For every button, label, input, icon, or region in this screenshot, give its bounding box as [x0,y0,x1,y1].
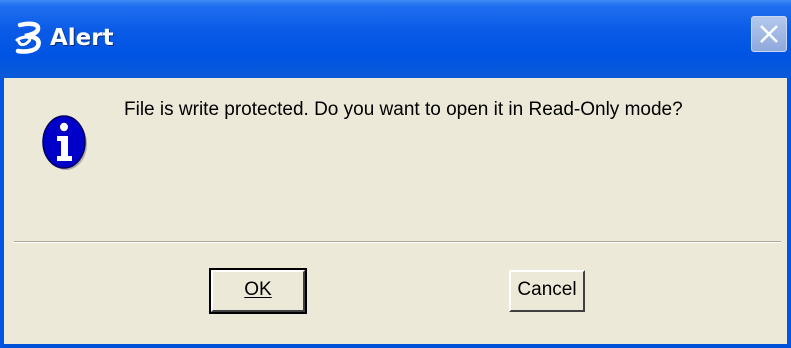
window-title: Alert [50,25,114,51]
ok-button[interactable]: OK [209,268,307,314]
close-icon [760,25,778,43]
cancel-button[interactable]: Cancel [509,270,585,312]
cancel-button-label: Cancel [517,279,577,300]
ok-button-label: OK [244,279,272,300]
information-icon [42,115,87,170]
close-button[interactable] [751,16,787,52]
title-bar[interactable]: Alert [0,0,791,78]
alert-message: File is write protected. Do you want to … [124,99,683,120]
alert-dialog: Alert File is write protected. Do you wa… [0,0,791,348]
separator [14,241,781,243]
app-logo-icon [15,21,41,54]
